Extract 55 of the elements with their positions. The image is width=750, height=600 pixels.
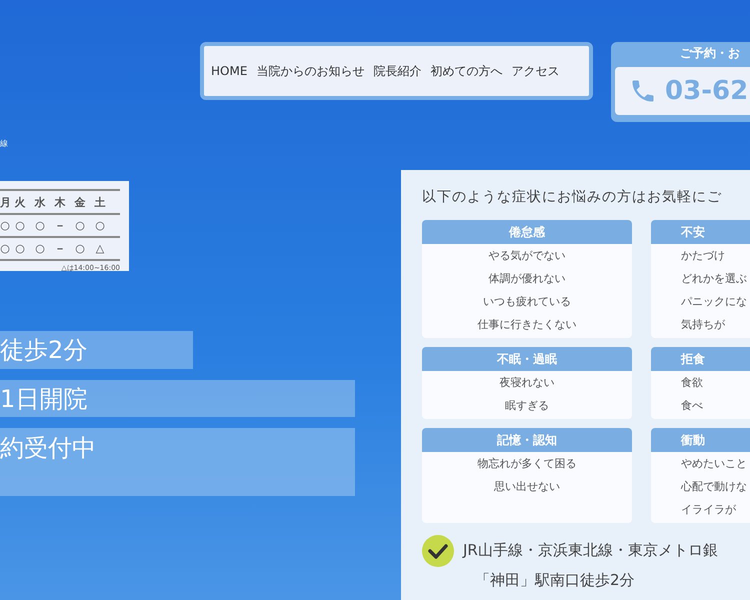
check-icon — [422, 535, 454, 567]
day-label: 木 — [53, 194, 66, 210]
symptom-text: 心配で動けな — [680, 479, 748, 495]
symptom-text: 仕事に行きたくない — [476, 317, 578, 333]
card-title: 不眠・過眠 — [422, 347, 632, 371]
symptom-text: 眠すぎる — [504, 398, 550, 414]
symptom-text: 気持ちが — [680, 317, 726, 333]
banner-text: 1日開院 — [0, 384, 88, 414]
card-title: 倦怠感 — [422, 220, 632, 244]
caption-text: 線 — [0, 138, 9, 149]
schedule-mark: － — [54, 241, 66, 256]
day-label: 金 — [73, 194, 86, 210]
symptom-text: 体調が優れない — [488, 271, 566, 287]
schedule-mark: － — [54, 218, 66, 233]
card-title: 不安 — [651, 220, 750, 244]
symptom-text: かたづけ — [680, 248, 726, 264]
symptom-text: いつも疲れている — [482, 294, 572, 310]
symptom-text: イライラが — [680, 502, 737, 518]
symptom-text: 食欲 — [680, 375, 704, 391]
day-label: 火 — [14, 194, 26, 210]
contact-label: ご予約・お — [679, 45, 742, 62]
day-label: 土 — [94, 194, 106, 210]
card-title: 拒食 — [651, 347, 750, 371]
nav-link[interactable]: 当院からのお知らせ — [256, 62, 364, 80]
schedule-mark: ○ — [34, 219, 46, 232]
access-text: JR山手線・京浜東北線・東京メトロ銀 — [463, 540, 718, 561]
symptom-text: やめたいこと — [680, 456, 748, 472]
symptom-text: 食べ — [680, 398, 704, 414]
nav-link[interactable]: 初めての方へ — [430, 62, 502, 80]
symptom-text: やる気がでない — [488, 248, 566, 264]
nav-link[interactable]: アクセス — [511, 62, 560, 80]
schedule-mark: ○ — [74, 219, 86, 232]
symptom-text: どれかを選ぶ — [680, 271, 748, 287]
nav-link[interactable]: 院長紹介 — [373, 62, 422, 80]
day-label: 水 — [33, 194, 46, 210]
banner-text: 徒歩2分 — [0, 335, 88, 366]
schedule-mark: △ — [94, 242, 106, 255]
card-title: 衝動 — [651, 428, 750, 452]
schedule-mark: ○ — [14, 242, 26, 255]
nav-link[interactable]: HOME — [211, 64, 248, 78]
schedule-mark: ○ — [0, 242, 10, 255]
banner-text: 約受付中 — [0, 433, 96, 464]
schedule-mark: ○ — [34, 242, 46, 255]
card-title: 記憶・認知 — [422, 428, 632, 452]
symptom-text: 思い出せない — [493, 479, 561, 495]
schedule-mark: ○ — [14, 219, 26, 232]
panel-heading: 以下のような症状にお悩みの方はお気軽にご — [422, 188, 723, 206]
access-text: 「神田」駅南口徒歩2分 — [474, 570, 636, 591]
symptom-text: パニックにな — [680, 294, 748, 310]
symptom-text: 物忘れが多くて困る — [476, 456, 578, 472]
schedule-mark: ○ — [94, 219, 106, 232]
day-label: 月 — [0, 194, 10, 210]
schedule-mark: ○ — [0, 219, 10, 232]
schedule-mark: ○ — [74, 242, 86, 255]
symptom-text: 夜寝れない — [498, 375, 556, 391]
